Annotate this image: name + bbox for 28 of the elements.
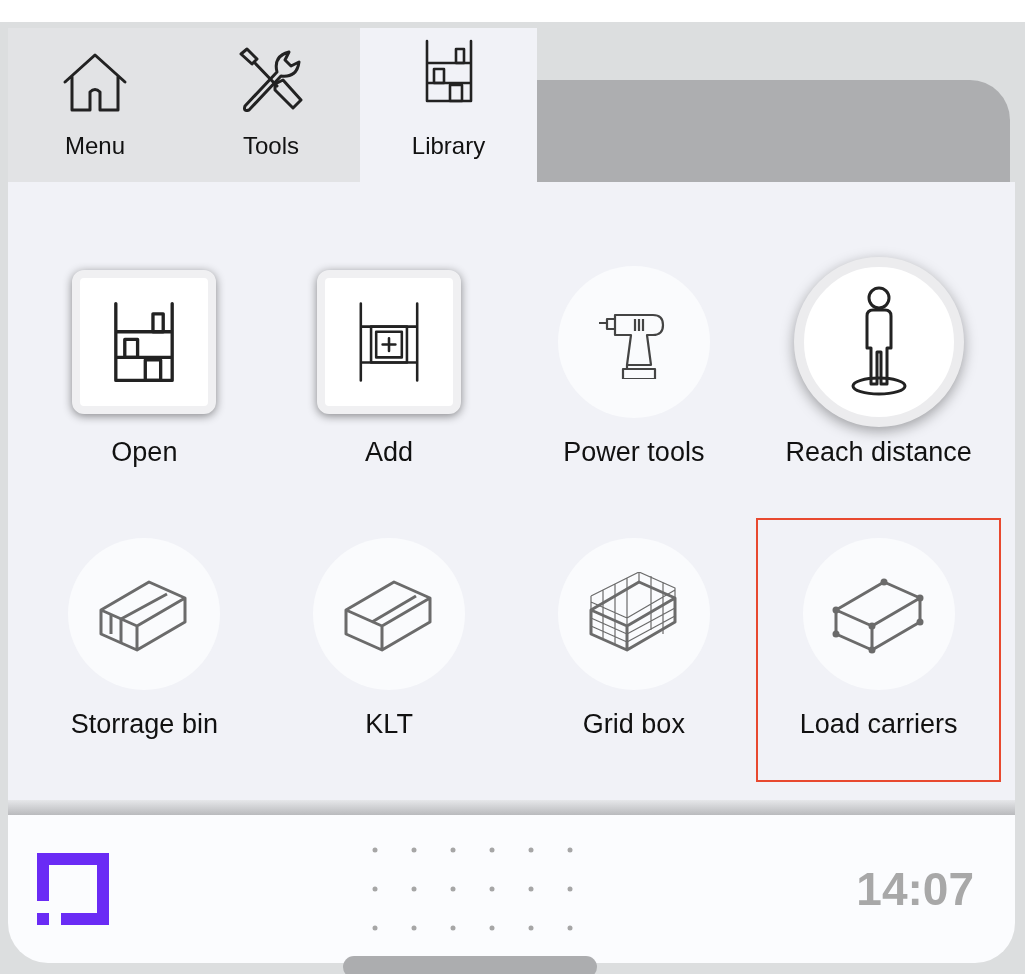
library-item[interactable]: Add [266, 246, 512, 510]
tab[interactable]: Library [360, 28, 537, 182]
item-label: Storrage bin [70, 708, 218, 740]
library-item[interactable]: KLT [266, 518, 512, 782]
tab[interactable]: Menu [8, 28, 182, 182]
clock-time: 14:07 [856, 861, 974, 917]
library-item-button[interactable] [317, 270, 462, 414]
item-label: Open [111, 436, 178, 468]
library-item[interactable]: Reach distance [756, 246, 1001, 510]
library-item[interactable]: Open [22, 246, 267, 510]
library-item[interactable]: Grid box [511, 518, 757, 782]
library-item[interactable]: Load carriers [756, 518, 1001, 782]
tools-icon [237, 46, 305, 114]
scroll-handle[interactable] [343, 956, 597, 974]
drag-dots-icon [371, 847, 574, 931]
item-label: Add [365, 436, 414, 468]
logo-icon [37, 853, 109, 925]
item-label: Power tools [563, 436, 705, 468]
library-item-button[interactable] [72, 270, 217, 414]
tab[interactable]: Tools [182, 28, 360, 182]
item-label: KLT [365, 708, 413, 740]
library-item[interactable]: Storrage bin [22, 518, 267, 782]
home-icon [62, 52, 128, 114]
library-item[interactable]: Power tools [511, 246, 757, 510]
item-label: Load carriers [799, 708, 958, 740]
library-item-button[interactable] [793, 257, 964, 427]
item-label: Grid box [582, 708, 685, 740]
item-label: Reach distance [785, 436, 972, 468]
